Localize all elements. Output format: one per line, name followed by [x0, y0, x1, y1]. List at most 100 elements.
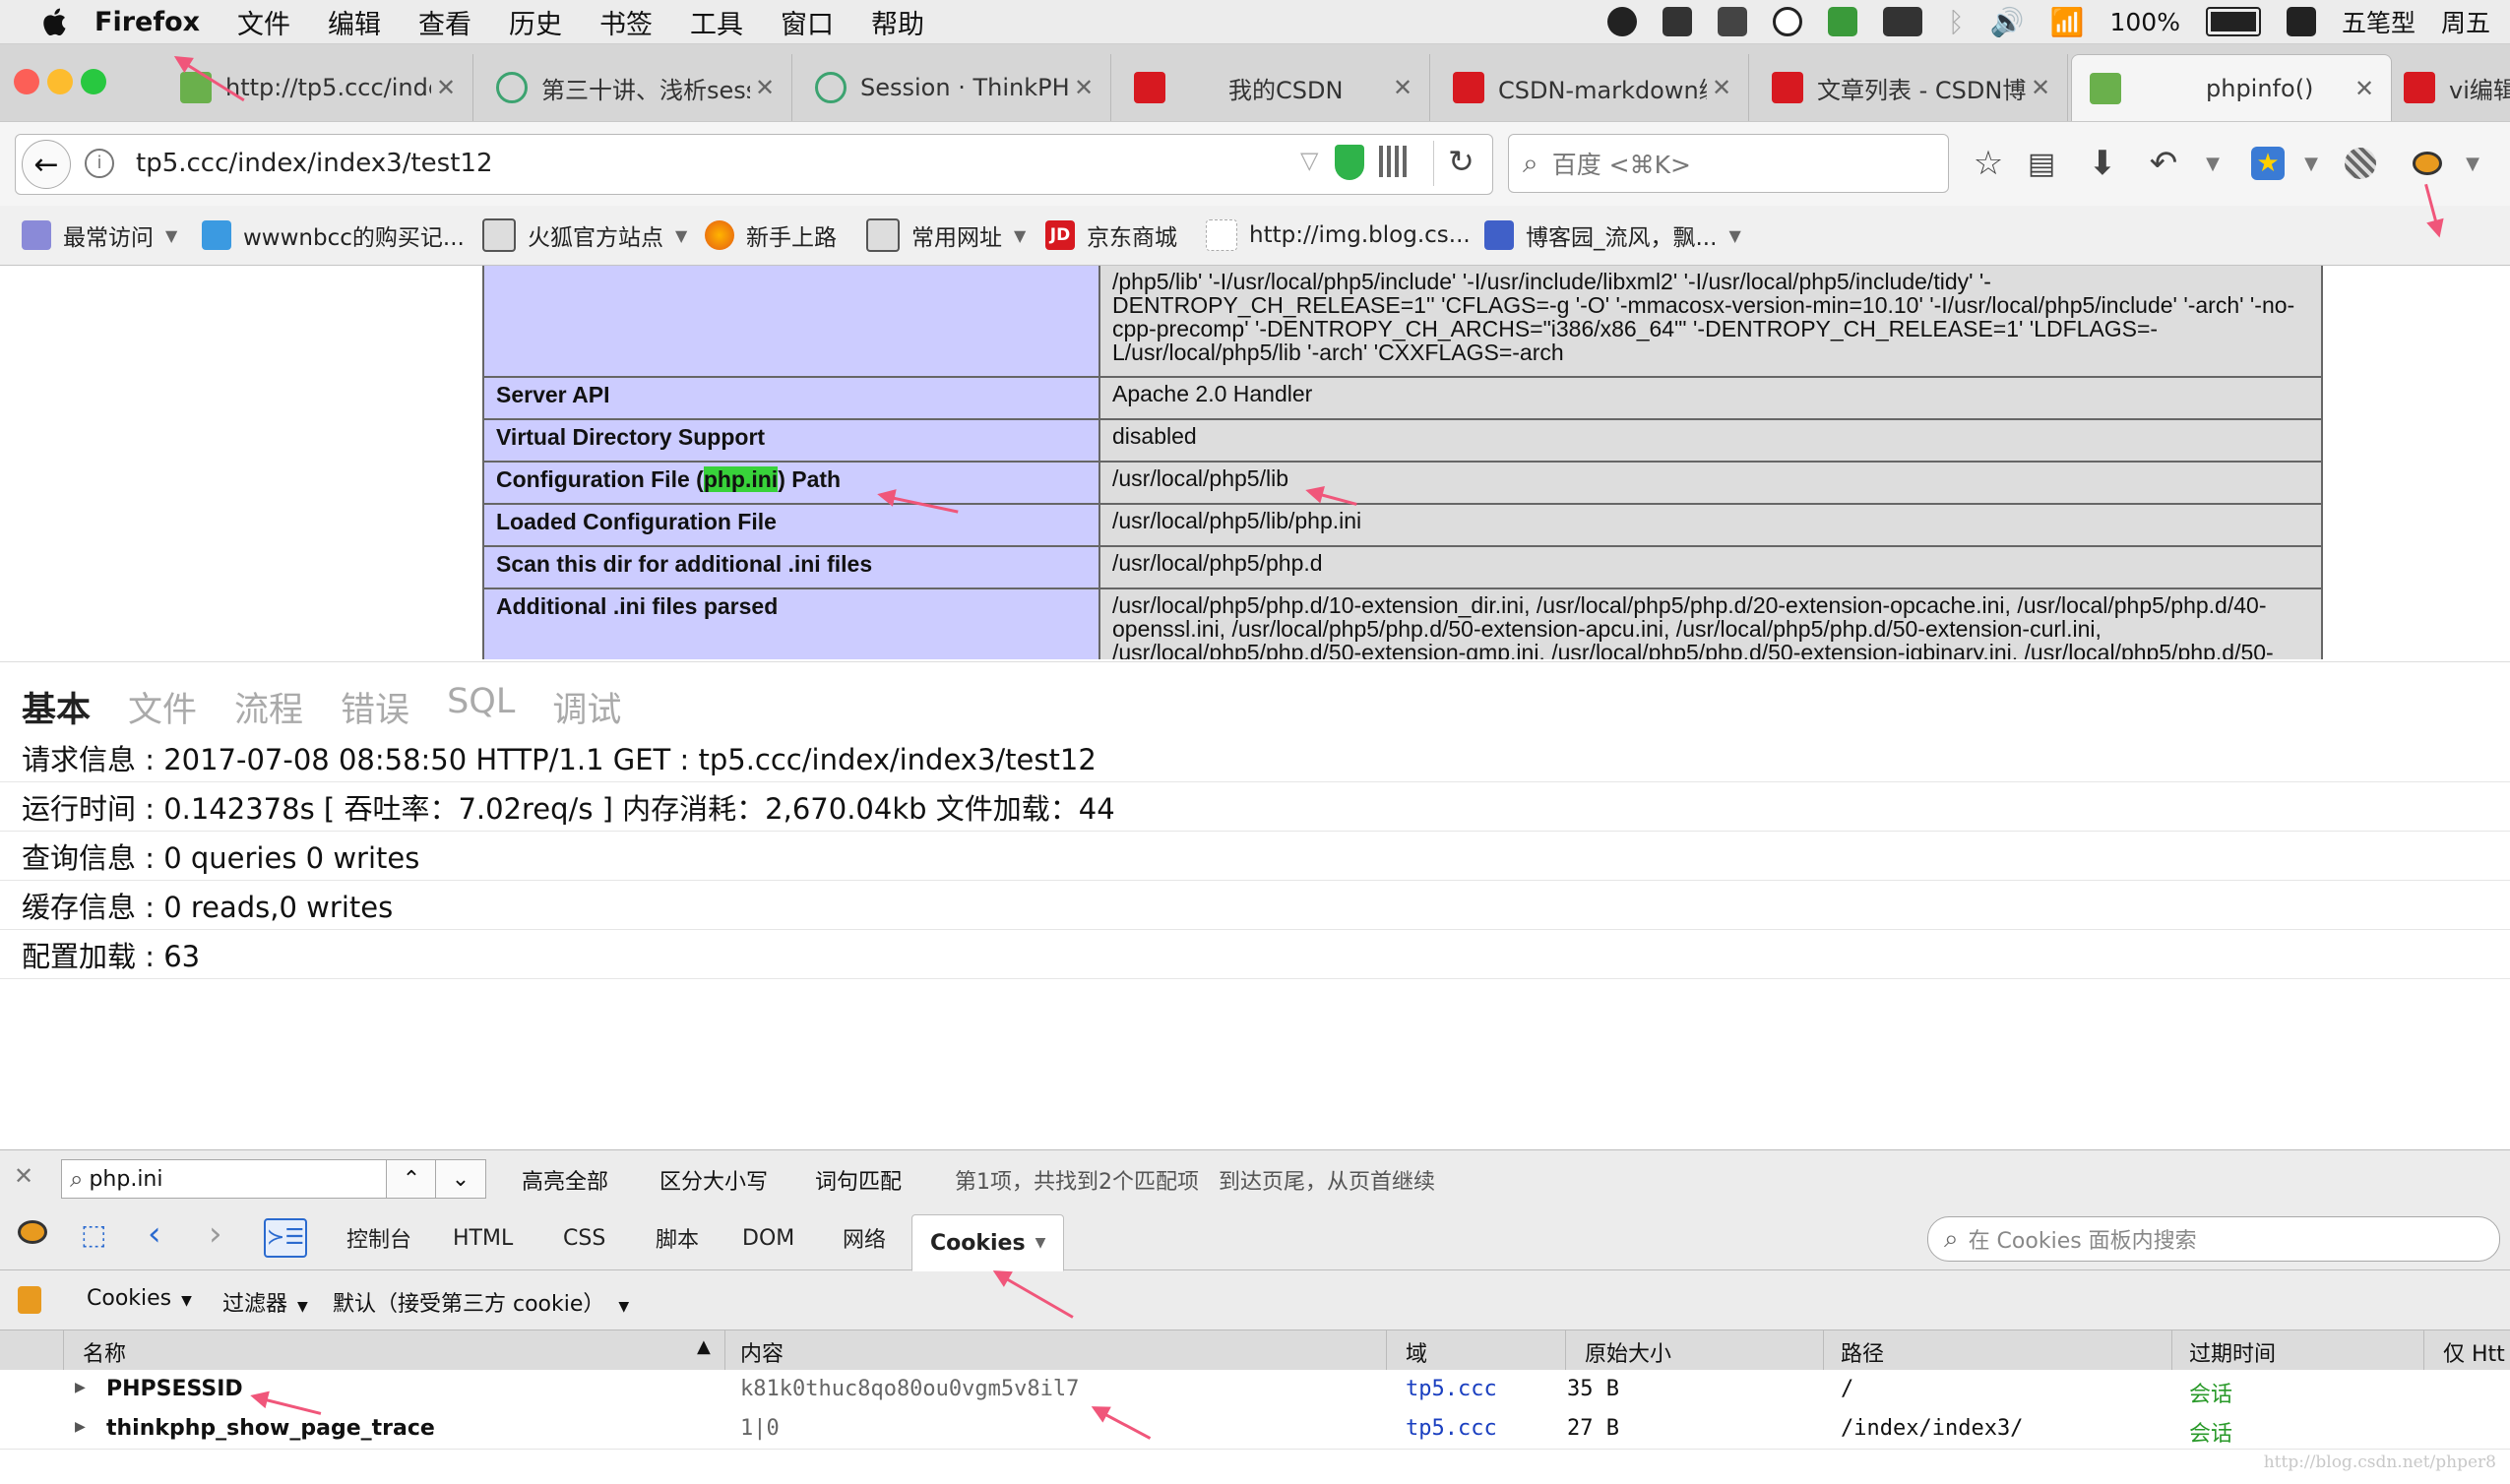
cookies-search-input[interactable]: ⌕ 在 Cookies 面板内搜索 [1927, 1216, 2500, 1262]
tracking-protection-icon[interactable] [2339, 142, 2382, 185]
col-content[interactable]: 内容 [740, 1336, 784, 1368]
bookmark-getting-started[interactable]: 新手上路 [705, 216, 837, 255]
fb-tab-html[interactable]: HTML [453, 1220, 513, 1256]
back-button[interactable]: ← [22, 140, 71, 189]
fb-tab-css[interactable]: CSS [563, 1220, 605, 1256]
bookmark-firefox-site[interactable]: 火狐官方站点 ▼ [482, 216, 687, 255]
tab-phpinfo[interactable]: phpinfo() ✕ [2071, 54, 2392, 122]
trace-tab-errors[interactable]: 错误 [341, 682, 409, 732]
cookie-policy-menu[interactable]: 默认（接受第三方 cookie） ▼ [333, 1286, 629, 1318]
forward-arrow-icon[interactable]: › [209, 1214, 222, 1254]
undo-icon[interactable]: ↶ [2142, 142, 2185, 185]
menu-help[interactable]: 帮助 [871, 3, 924, 41]
tab-csdn-markdown[interactable]: CSDN-markdown编辑器 ✕ [1435, 54, 1749, 121]
find-next-button[interactable]: ⌄ [435, 1159, 486, 1199]
trace-tab-sql[interactable]: SQL [447, 682, 515, 732]
tab-csdn-articles[interactable]: 文章列表 - CSDN博客 ✕ [1754, 54, 2068, 121]
bluetooth-icon[interactable]: ᛒ [1948, 6, 1965, 38]
bookmark-purchase[interactable]: wwwnbcc的购买记... [202, 216, 465, 255]
close-tab-icon[interactable]: ✕ [2026, 74, 2055, 101]
close-find-bar-icon[interactable]: ✕ [14, 1162, 33, 1190]
filter-menu[interactable]: 过滤器 ▼ [222, 1286, 308, 1318]
trace-tab-debug[interactable]: 调试 [552, 682, 621, 732]
col-name[interactable]: 名称 [83, 1336, 126, 1368]
menu-history[interactable]: 历史 [509, 3, 562, 41]
highlight-all-toggle[interactable]: 高亮全部 [522, 1164, 608, 1196]
clock-day[interactable]: 周五 [2441, 4, 2490, 39]
close-tab-icon[interactable]: ✕ [431, 74, 461, 101]
address-bar[interactable]: ← i tp5.ccc/index/index3/test12 ▽ ↻ [15, 134, 1493, 195]
col-path[interactable]: 路径 [1841, 1336, 1884, 1368]
expand-triangle-icon[interactable]: ▶ [75, 1416, 86, 1437]
reload-icon[interactable]: ↻ [1448, 143, 1475, 180]
fb-tab-console[interactable]: 控制台 [346, 1220, 411, 1256]
chevron-down-icon[interactable]: ▼ [2451, 142, 2494, 185]
trace-tab-files[interactable]: 文件 [128, 682, 197, 732]
input-method-label[interactable]: 五笔型 [2342, 4, 2416, 39]
col-http-only[interactable]: 仅 Htt [2443, 1336, 2505, 1368]
firebug-icon[interactable] [2406, 142, 2449, 185]
tab-session-article[interactable]: 第三十讲、浅析session ✕ [478, 54, 792, 121]
app-menu-firefox[interactable]: Firefox [94, 7, 200, 37]
battery-icon[interactable] [2205, 7, 2261, 36]
tab-thinkphp-session[interactable]: Session · ThinkPHP5 ✕ [797, 54, 1111, 121]
chevron-down-icon[interactable]: ▼ [2290, 142, 2333, 185]
inspect-element-icon[interactable]: ⬚ [81, 1218, 106, 1251]
match-case-toggle[interactable]: 区分大小写 [659, 1164, 768, 1196]
col-domain[interactable]: 域 [1406, 1336, 1427, 1368]
info-icon[interactable]: i [85, 149, 114, 178]
close-tab-icon[interactable]: ✕ [1069, 74, 1098, 101]
cookies-menu[interactable]: Cookies ▼ [87, 1286, 192, 1311]
shield-icon[interactable] [1335, 145, 1364, 180]
fb-tab-net[interactable]: 网络 [843, 1220, 886, 1256]
menu-window[interactable]: 窗口 [781, 3, 834, 41]
col-raw-size[interactable]: 原始大小 [1585, 1336, 1671, 1368]
wifi-icon[interactable]: 📶 [2050, 6, 2085, 38]
find-input[interactable]: ⌕ php.ini [61, 1159, 388, 1199]
tab-tp5-index[interactable]: http://tp5.ccc/index/index ✕ [162, 54, 473, 121]
url-text[interactable]: tp5.ccc/index/index3/test12 [136, 149, 493, 178]
menu-file[interactable]: 文件 [237, 3, 290, 41]
table-row[interactable]: ▶ PHPSESSID k81k0thuc8qo80ou0vgm5v8il7 t… [0, 1370, 2510, 1410]
qq-icon[interactable] [1606, 7, 1637, 36]
volume-icon[interactable]: 🔊 [1990, 6, 2025, 38]
menu-view[interactable]: 查看 [418, 3, 471, 41]
chevron-down-icon[interactable]: ▼ [2191, 142, 2234, 185]
menu-tools[interactable]: 工具 [690, 3, 743, 41]
evernote-icon[interactable] [1662, 7, 1692, 36]
firebug-icon[interactable] [18, 1220, 47, 1244]
col-expires[interactable]: 过期时间 [2189, 1336, 2276, 1368]
command-line-icon[interactable]: ≻☰ [264, 1218, 307, 1258]
find-previous-button[interactable]: ⌃ [386, 1159, 437, 1199]
favorites-icon[interactable]: ★ [2246, 142, 2290, 185]
input-method-icon[interactable] [2286, 7, 2316, 36]
bookmark-common-sites[interactable]: 常用网址 ▼ [866, 216, 1026, 255]
keyboard-icon[interactable] [1882, 7, 1922, 36]
menu-edit[interactable]: 编辑 [328, 3, 381, 41]
window-zoom-button[interactable] [81, 69, 106, 94]
menu-bookmarks[interactable]: 书签 [599, 3, 653, 41]
eye-icon[interactable] [1772, 7, 1802, 36]
qrcode-icon[interactable] [1379, 146, 1411, 177]
bookmark-jd[interactable]: JD 京东商城 [1045, 216, 1177, 255]
trace-tab-basic[interactable]: 基本 [22, 682, 91, 732]
expand-triangle-icon[interactable]: ▶ [75, 1377, 86, 1397]
downloads-icon[interactable]: ⬇ [2081, 142, 2124, 185]
bookmark-star-icon[interactable]: ☆ [1967, 142, 2010, 185]
window-close-button[interactable] [14, 69, 39, 94]
window-minimize-button[interactable] [47, 69, 73, 94]
tab-my-csdn[interactable]: 我的CSDN ✕ [1116, 54, 1430, 121]
back-arrow-icon[interactable]: ‹ [148, 1214, 161, 1254]
fb-tab-cookies[interactable]: Cookies ▼ [911, 1214, 1065, 1271]
trace-tab-flow[interactable]: 流程 [234, 682, 303, 732]
fb-tab-script[interactable]: 脚本 [656, 1220, 699, 1256]
close-tab-icon[interactable]: ✕ [1707, 74, 1736, 101]
bookmark-cnblogs[interactable]: 博客园_流风，飘... ▼ [1484, 216, 1741, 255]
airplay-icon[interactable] [1717, 7, 1747, 36]
url-dropdown-icon[interactable]: ▽ [1300, 147, 1318, 174]
search-box[interactable]: ⌕ 百度 <⌘K> [1508, 134, 1949, 193]
apple-logo-icon[interactable] [39, 6, 69, 37]
close-tab-icon[interactable]: ✕ [1388, 74, 1417, 101]
fb-tab-dom[interactable]: DOM [742, 1220, 794, 1256]
download-icon[interactable] [1827, 7, 1857, 36]
